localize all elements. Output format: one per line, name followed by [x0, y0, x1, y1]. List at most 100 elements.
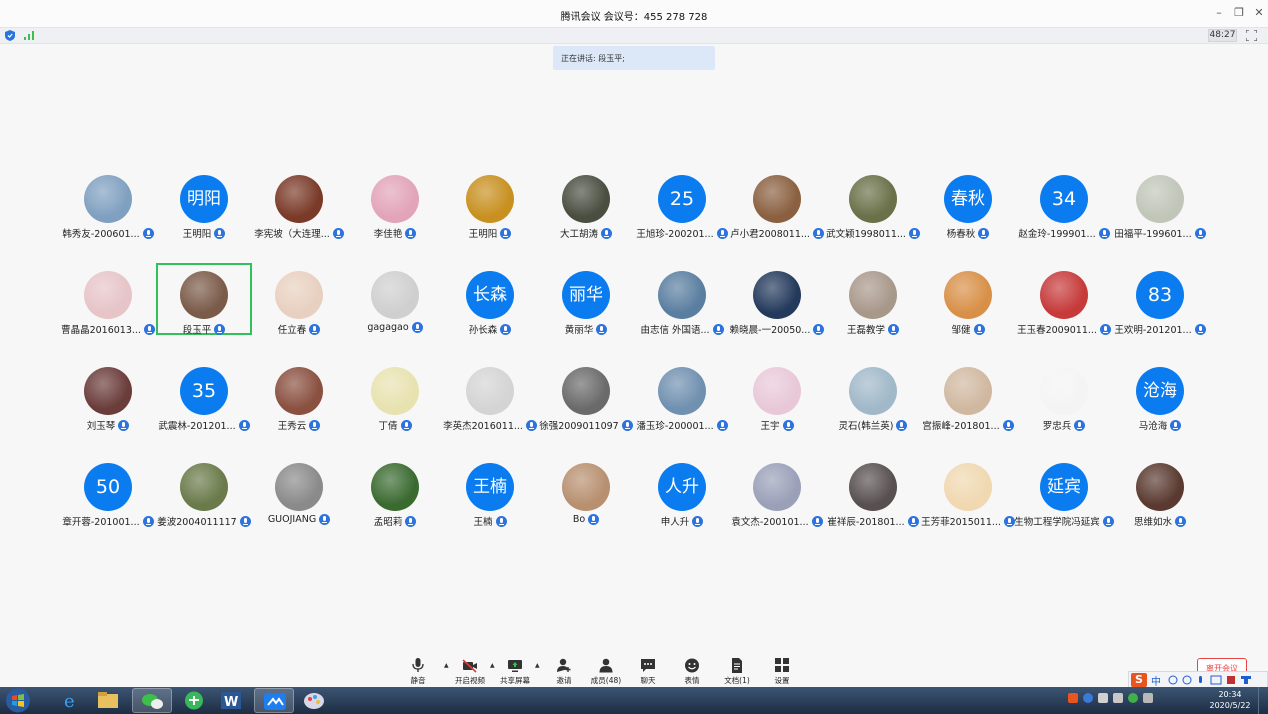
participant-tile[interactable]: 王芳菲2015011...	[920, 455, 1016, 528]
participant-avatar[interactable]	[275, 271, 323, 319]
participant-avatar[interactable]	[849, 175, 897, 223]
participant-avatar[interactable]	[562, 463, 610, 511]
participant-avatar[interactable]: 长森	[466, 271, 514, 319]
participant-avatar[interactable]	[84, 271, 132, 319]
participant-tile[interactable]: 王明阳	[442, 167, 538, 240]
emoji-button[interactable]: 表情	[672, 658, 712, 686]
participant-tile[interactable]: 赖晓晨-一20050...	[729, 263, 825, 336]
participant-tile[interactable]: 沧海 马沧海	[1112, 359, 1208, 432]
participant-avatar[interactable]	[1040, 271, 1088, 319]
participant-avatar[interactable]: 沧海	[1136, 367, 1184, 415]
participant-avatar[interactable]: 人升	[658, 463, 706, 511]
participant-tile[interactable]: 25 王旭珍-200201...	[634, 167, 730, 240]
participant-tile[interactable]: 罗忠兵	[1016, 359, 1112, 432]
participant-tile[interactable]: 任立春	[251, 263, 347, 336]
participant-tile[interactable]: 34 赵金玲-199901...	[1016, 167, 1112, 240]
participant-tile[interactable]: 王楠 王楠	[442, 455, 538, 528]
participant-tile[interactable]: 明阳 王明阳	[156, 167, 252, 240]
system-clock[interactable]: 20:34 2020/5/22	[1208, 689, 1252, 711]
participant-tile[interactable]: 韩秀友-200601...	[60, 167, 156, 240]
chat-button[interactable]: 聊天	[628, 658, 668, 686]
share-options-chevron-icon[interactable]: ▲	[535, 662, 540, 669]
minimize-button[interactable]: –	[1211, 5, 1227, 21]
participant-avatar[interactable]	[371, 463, 419, 511]
tray-volume-icon[interactable]	[1143, 693, 1153, 703]
members-button[interactable]: 成员(48)	[586, 658, 626, 686]
taskbar-paint-icon[interactable]	[294, 688, 334, 713]
participant-avatar[interactable]	[371, 175, 419, 223]
participant-tile[interactable]: 李英杰2016011...	[442, 359, 538, 432]
tray-app-icon[interactable]	[1128, 693, 1138, 703]
participant-avatar[interactable]	[753, 175, 801, 223]
shield-icon[interactable]	[5, 30, 15, 41]
participant-tile[interactable]: 王宇	[729, 359, 825, 432]
participant-avatar[interactable]	[849, 271, 897, 319]
taskbar-wechat-icon[interactable]	[132, 688, 172, 713]
participant-tile[interactable]: 袁文杰-200101...	[729, 455, 825, 528]
tray-network-icon[interactable]	[1113, 693, 1123, 703]
participant-tile[interactable]: 王磊教学	[825, 263, 921, 336]
participant-avatar[interactable]	[944, 271, 992, 319]
participant-avatar[interactable]: 34	[1040, 175, 1088, 223]
participant-tile[interactable]: 83 王欢明-201201...	[1112, 263, 1208, 336]
invite-button[interactable]: 邀请	[544, 658, 584, 686]
participant-avatar[interactable]	[1040, 367, 1088, 415]
tray-sogou-icon[interactable]	[1068, 693, 1078, 703]
participant-tile[interactable]: 王玉春2009011...	[1016, 263, 1112, 336]
restore-button[interactable]: ❐	[1231, 5, 1247, 21]
windows-start-icon[interactable]	[4, 687, 32, 714]
taskbar-tencent-meeting-icon[interactable]	[254, 688, 294, 713]
participant-tile[interactable]: 李佳艳	[347, 167, 443, 240]
participant-avatar[interactable]	[1136, 463, 1184, 511]
tray-flag-icon[interactable]	[1098, 693, 1108, 703]
taskbar-ie-icon[interactable]: e	[50, 688, 90, 713]
participant-tile[interactable]: 崔祥辰-201801...	[825, 455, 921, 528]
participant-avatar[interactable]: 春秋	[944, 175, 992, 223]
close-button[interactable]: ✕	[1251, 5, 1267, 21]
docs-button[interactable]: 文档(1)	[717, 658, 757, 686]
participant-avatar[interactable]: 王楠	[466, 463, 514, 511]
participant-tile[interactable]: 徐强2009011097	[538, 359, 634, 432]
signal-icon[interactable]	[24, 31, 34, 40]
participant-avatar[interactable]	[275, 367, 323, 415]
participant-tile[interactable]: 春秋 杨春秋	[920, 167, 1016, 240]
ime-mode[interactable]: 中	[1151, 673, 1161, 688]
participant-avatar[interactable]	[658, 367, 706, 415]
participant-tile[interactable]: 35 武震林-201201...	[156, 359, 252, 432]
participant-tile[interactable]: 长森 孙长森	[442, 263, 538, 336]
participant-avatar[interactable]	[275, 175, 323, 223]
mute-options-chevron-icon[interactable]: ▲	[444, 662, 449, 669]
participant-tile[interactable]: 段玉平	[156, 263, 252, 336]
participant-avatar[interactable]	[944, 463, 992, 511]
participant-tile[interactable]: 孟昭莉	[347, 455, 443, 528]
participant-avatar[interactable]	[753, 271, 801, 319]
taskbar-explorer-icon[interactable]	[88, 688, 128, 713]
participant-tile[interactable]: 王秀云	[251, 359, 347, 432]
participant-avatar[interactable]	[562, 367, 610, 415]
participant-avatar[interactable]	[84, 367, 132, 415]
participant-avatar[interactable]: 83	[1136, 271, 1184, 319]
participant-avatar[interactable]	[84, 175, 132, 223]
participant-avatar[interactable]	[371, 271, 419, 319]
participant-tile[interactable]: 李宪坡（大连理...	[251, 167, 347, 240]
participant-tile[interactable]: 武文颖1998011...	[825, 167, 921, 240]
participant-avatar[interactable]: 25	[658, 175, 706, 223]
participant-tile[interactable]: 50 章开蓉-201001...	[60, 455, 156, 528]
participant-avatar[interactable]	[466, 175, 514, 223]
settings-button[interactable]: 设置	[762, 658, 802, 686]
participant-tile[interactable]: 田福平-199601...	[1112, 167, 1208, 240]
participant-avatar[interactable]: 50	[84, 463, 132, 511]
participant-avatar[interactable]	[275, 463, 323, 511]
participant-tile[interactable]: 潘玉珍-200001...	[634, 359, 730, 432]
participant-tile[interactable]: 丁倩	[347, 359, 443, 432]
mute-button[interactable]: 静音	[398, 658, 438, 686]
participant-avatar[interactable]	[466, 367, 514, 415]
video-button[interactable]: 开启视频	[450, 658, 490, 686]
participant-avatar[interactable]: 明阳	[180, 175, 228, 223]
participant-avatar[interactable]	[944, 367, 992, 415]
participant-tile[interactable]: 人升 申人升	[634, 455, 730, 528]
sogou-logo-icon[interactable]: S	[1131, 673, 1147, 687]
participant-tile[interactable]: 宫振峰-201801...	[920, 359, 1016, 432]
participant-avatar[interactable]	[753, 367, 801, 415]
participant-avatar[interactable]: 35	[180, 367, 228, 415]
